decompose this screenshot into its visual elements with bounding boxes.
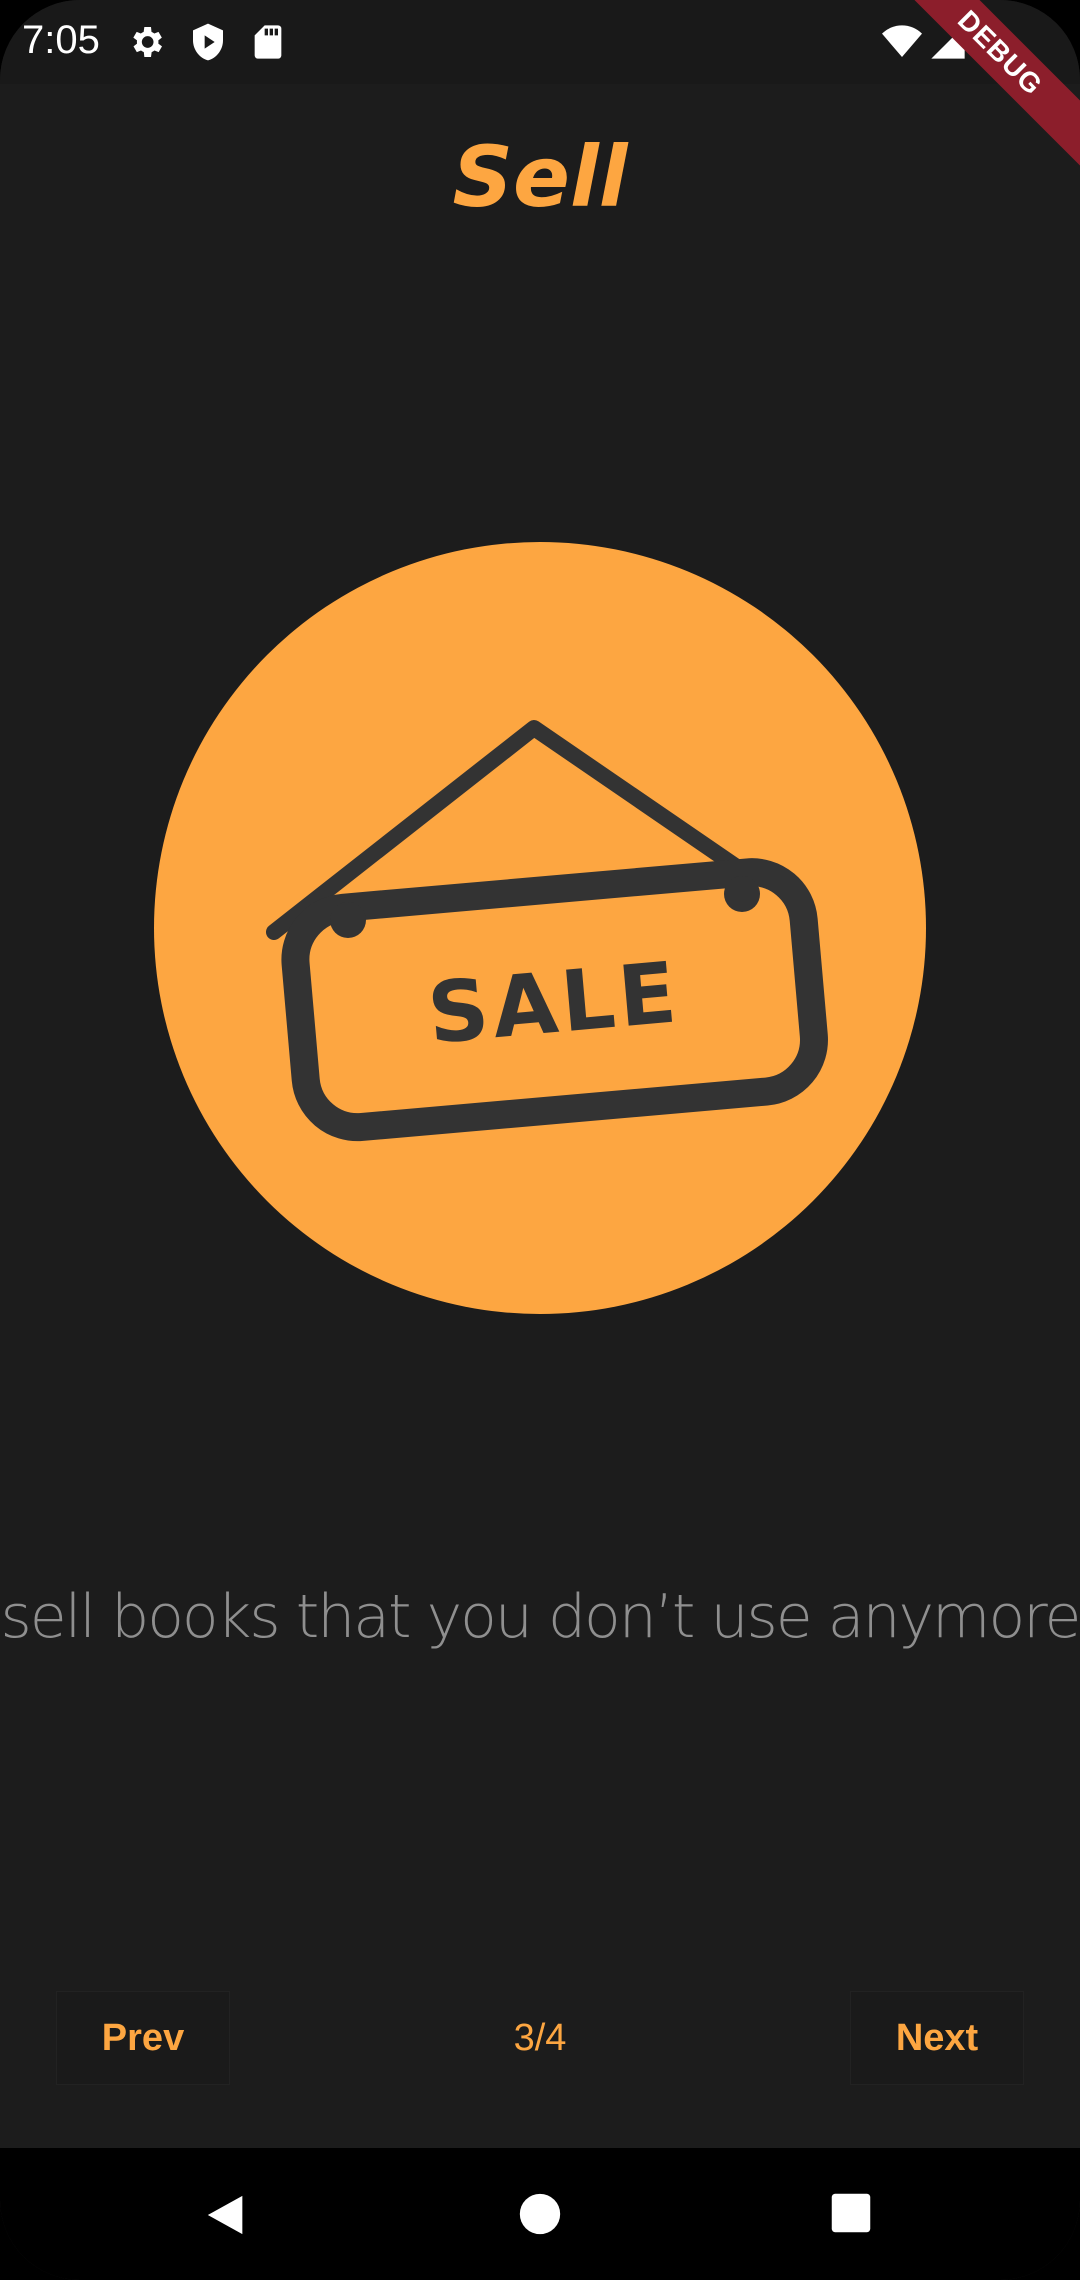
onboarding-description: sell books that you don’t use anymore bbox=[0, 1582, 1080, 1652]
prev-button-label: Prev bbox=[101, 2016, 185, 2059]
sale-sign-illustration: SALE bbox=[154, 542, 926, 1314]
sd-card-icon bbox=[254, 25, 282, 59]
shield-play-icon bbox=[193, 23, 223, 61]
page-indicator: 3/4 bbox=[513, 2017, 567, 2059]
gear-icon bbox=[133, 27, 162, 57]
back-icon[interactable] bbox=[204, 2192, 250, 2238]
next-button-label: Next bbox=[895, 2016, 979, 2059]
prev-button[interactable]: Prev bbox=[56, 1991, 230, 2085]
wifi-icon bbox=[882, 25, 922, 57]
home-icon[interactable] bbox=[518, 2192, 562, 2236]
next-button[interactable]: Next bbox=[850, 1991, 1024, 2085]
app-screen: 7:05 DEBUG Sell SALE sell books that you… bbox=[0, 0, 1080, 2280]
recents-icon[interactable] bbox=[830, 2192, 872, 2234]
status-bar: 7:05 DEBUG bbox=[0, 0, 1080, 176]
system-nav-bar bbox=[0, 2148, 1080, 2280]
status-time: 7:05 bbox=[22, 18, 100, 62]
page-title: Sell bbox=[452, 128, 628, 226]
